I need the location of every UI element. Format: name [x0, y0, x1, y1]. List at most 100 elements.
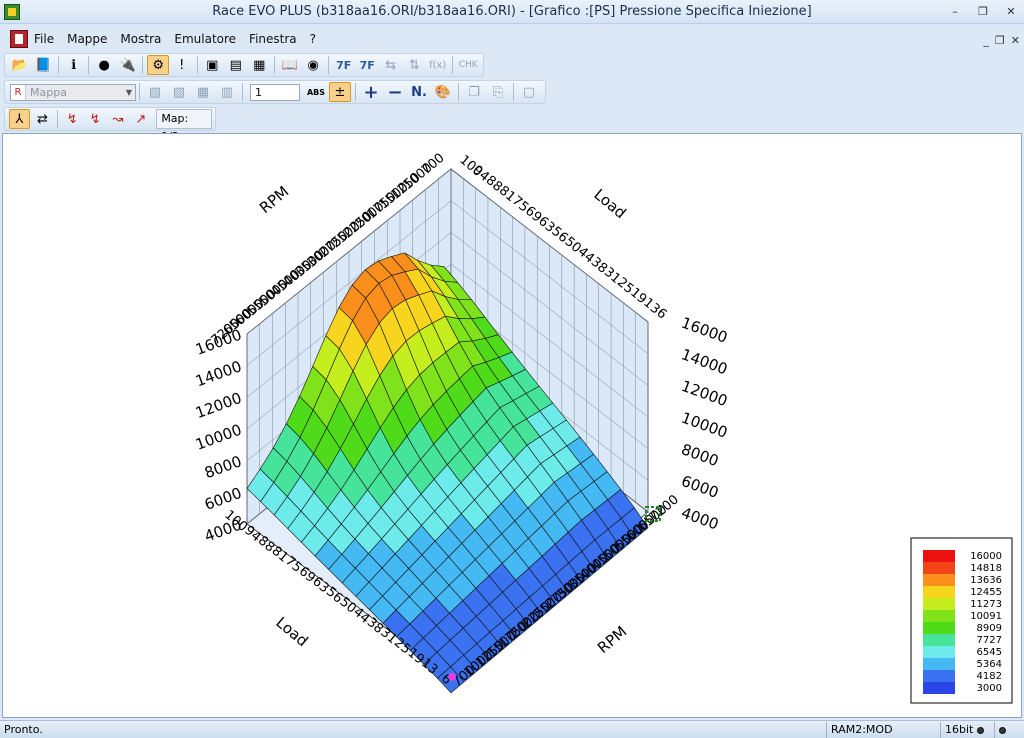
open-folder-icon[interactable]: 📂	[9, 55, 31, 75]
legend-swatch	[923, 670, 955, 682]
normalize-button[interactable]: N.	[408, 82, 430, 102]
z-tick-right: 16000	[679, 314, 730, 347]
paste-map-icon[interactable]: ▨	[168, 82, 190, 102]
title-bar: Race EVO PLUS (b318aa16.ORI/b318aa16.ORI…	[0, 0, 1024, 24]
legend-swatch	[923, 610, 955, 622]
function-and-button[interactable]: 7F	[356, 55, 378, 75]
z-tick-right: 4000	[679, 504, 721, 534]
maximize-button[interactable]: ❐	[974, 3, 992, 19]
window-title: Race EVO PLUS (b318aa16.ORI/b318aa16.ORI…	[212, 4, 812, 19]
menu-mostra[interactable]: Mostra	[120, 32, 161, 46]
z-tick-left: 8000	[202, 452, 244, 482]
save-book-icon[interactable]: 📘	[33, 55, 55, 75]
menu-bar: File Mappe Mostra Emulatore Finestra ? _…	[0, 28, 1024, 50]
subtract-icon[interactable]: −	[384, 82, 406, 103]
mdi-close-button[interactable]: ✕	[1011, 34, 1020, 47]
axes-view-icon[interactable]: ⅄	[9, 109, 30, 129]
swap-icon[interactable]: ⇆	[380, 55, 402, 75]
table-icon[interactable]: ▦	[192, 82, 214, 102]
rpm-axis-title-back: RPM	[256, 182, 292, 217]
legend-swatch	[923, 682, 955, 694]
disk-icon[interactable]: ●	[93, 55, 115, 75]
table-edit-icon[interactable]: ▥	[216, 82, 238, 102]
legend-label: 5364	[977, 659, 1002, 670]
legend-label: 13636	[970, 575, 1002, 586]
mdi-minimize-button[interactable]: _	[983, 34, 989, 47]
chart-canvas[interactable]: 4000 4000 6000 6000 8000 8000 10000 10000 12000 1…	[2, 133, 1022, 718]
chk-button[interactable]: CHK	[457, 55, 479, 75]
led-icon	[999, 726, 1006, 734]
toolbar-map: R Mappa ▼ ▧ ▨ ▦ ▥ 1 ABS ± + − N. 🎨 ❐ ⎘ ▢	[4, 80, 546, 104]
legend-label: 12455	[970, 587, 1002, 598]
status-bar: Pronto. RAM2:MOD 16bit	[0, 720, 1024, 738]
legend-swatch	[923, 586, 955, 598]
rpm-axis-title: RPM	[594, 622, 630, 657]
legend-label: 8909	[977, 623, 1002, 634]
legend-swatch	[923, 562, 955, 574]
paste-icon[interactable]: ⎘	[487, 82, 509, 102]
screen-icon[interactable]: ▦	[248, 55, 270, 75]
load-axis-title: Load	[272, 613, 311, 650]
palette-icon[interactable]: 🎨	[432, 82, 454, 102]
menu-finestra[interactable]: Finestra	[249, 32, 297, 46]
legend-label: 6545	[977, 647, 1002, 658]
map-select-value: Mappa	[30, 85, 67, 99]
info-icon[interactable]: ℹ	[63, 55, 85, 75]
rotate-down-icon[interactable]: ↯	[85, 109, 106, 129]
legend-label: 3000	[977, 683, 1002, 694]
copy-icon[interactable]: ❐	[463, 82, 485, 102]
split-icon[interactable]: ⇅	[403, 55, 425, 75]
menu-emulatore[interactable]: Emulatore	[174, 32, 236, 46]
menu-help[interactable]: ?	[310, 32, 316, 46]
copy-map-icon[interactable]: ▧	[144, 82, 166, 102]
load-axis-title-back: Load	[590, 185, 629, 222]
alert-icon[interactable]: !	[171, 55, 193, 75]
legend-swatch	[923, 658, 955, 670]
add-icon[interactable]: +	[360, 82, 382, 103]
rotate-left-icon[interactable]: ↯	[62, 109, 83, 129]
mdi-restore-button[interactable]: ❐	[995, 34, 1005, 47]
toolbar-main: 📂 📘 ℹ ● 🔌 ⚙ ! ▣ ▤ ▦ 📖 ◉ 7F 7F ⇆ ⇅ f(x) C…	[4, 53, 484, 77]
close-button[interactable]: ✕	[1002, 3, 1020, 19]
window-icon[interactable]: ▣	[201, 55, 223, 75]
legend-swatch	[923, 574, 955, 586]
map-select[interactable]: R Mappa ▼	[10, 83, 136, 101]
led-pane	[994, 722, 1024, 738]
document-view-icon[interactable]: ▤	[225, 55, 247, 75]
ram-status: RAM2:MOD	[826, 722, 938, 738]
z-tick-right: 10000	[679, 409, 730, 442]
map-page-indicator: Map: 1/2	[156, 109, 212, 143]
map-type-badge: R	[11, 84, 26, 100]
fx-button[interactable]: f(x)	[427, 55, 449, 75]
rotate-right-icon[interactable]: ↝	[108, 109, 129, 129]
z-tick-right: 6000	[679, 472, 721, 502]
chevron-down-icon[interactable]: ▼	[123, 88, 135, 97]
legend-swatch	[923, 622, 955, 634]
z-tick-left: 10000	[193, 421, 244, 454]
rotate-up-icon[interactable]: ↗	[130, 109, 151, 129]
checksum-icon[interactable]: ⚙	[147, 55, 169, 75]
percent-toggle[interactable]: ±	[329, 82, 351, 102]
menu-file[interactable]: File	[34, 32, 54, 46]
book-icon[interactable]: 📖	[279, 55, 301, 75]
flip-axes-icon[interactable]: ⇄	[32, 109, 53, 129]
document-icon[interactable]	[10, 30, 28, 48]
z-tick-left: 12000	[193, 389, 244, 422]
connect-icon[interactable]: 🔌	[117, 55, 139, 75]
legend-label: 4182	[977, 671, 1002, 682]
abs-toggle[interactable]: ABS	[305, 82, 327, 102]
function-7f-button[interactable]: 7F	[333, 55, 355, 75]
surface-chart[interactable]: 4000 40006000 60008000 800010000 1000012000 1…	[3, 134, 1021, 717]
led-icon	[976, 726, 984, 734]
emulator-icon[interactable]: ◉	[302, 55, 324, 75]
export-icon[interactable]: ▢	[518, 82, 540, 102]
z-tick-right: 14000	[679, 345, 730, 378]
bits-status: 16bit	[940, 722, 992, 738]
z-tick-left: 6000	[202, 484, 244, 514]
menu-mappe[interactable]: Mappe	[67, 32, 107, 46]
minimize-button[interactable]: –	[946, 3, 964, 19]
legend-label: 16000	[970, 551, 1002, 562]
z-tick-left: 14000	[193, 357, 244, 390]
origin-marker	[448, 673, 456, 681]
step-input[interactable]: 1	[250, 83, 300, 101]
